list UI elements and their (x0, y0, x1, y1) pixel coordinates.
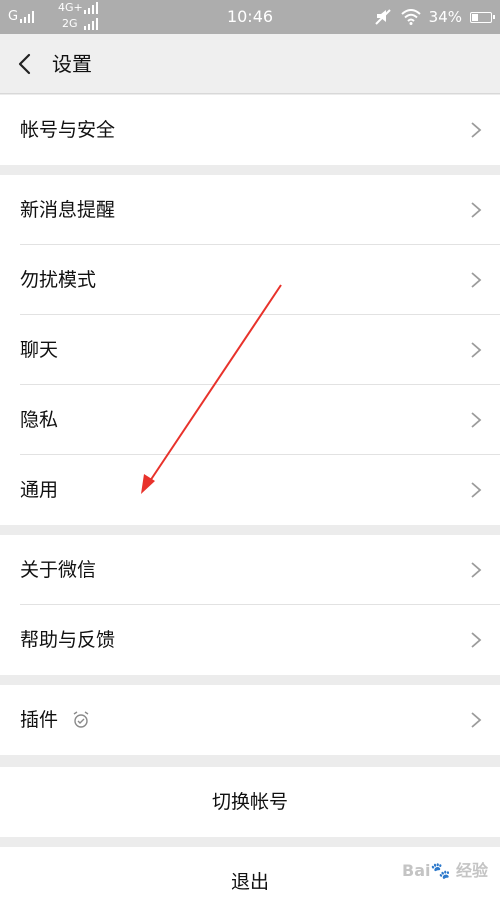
settings-item-label: 关于微信 (20, 559, 97, 581)
settings-item-new-message-alerts[interactable]: 新消息提醒 (0, 175, 500, 245)
chevron-right-icon (471, 712, 482, 728)
logout-label: 退出 (230, 871, 269, 893)
switch-account-button[interactable]: 切换帐号 (0, 767, 500, 837)
chevron-right-icon (471, 272, 482, 288)
chevron-right-icon (471, 342, 482, 358)
settings-item-label: 聊天 (20, 339, 59, 361)
settings-item-label: 帐号与安全 (20, 119, 116, 141)
settings-item-do-not-disturb[interactable]: 勿扰模式 (0, 245, 500, 315)
settings-item-plugins[interactable]: 插件 (0, 685, 500, 755)
page-title: 设置 (52, 52, 92, 76)
battery-icon (470, 11, 495, 23)
mute-icon (374, 9, 391, 25)
chevron-right-icon (471, 412, 482, 428)
settings-item-label: 勿扰模式 (20, 269, 97, 291)
settings-item-general[interactable]: 通用 (0, 455, 500, 525)
plugin-badge-icon (73, 711, 89, 728)
settings-item-label: 通用 (20, 479, 59, 501)
battery-percent: 34% (428, 8, 462, 26)
settings-item-account-security[interactable]: 帐号与安全 (0, 95, 500, 165)
nav-bar: 设置 (0, 34, 500, 94)
chevron-right-icon (471, 202, 482, 218)
settings-item-privacy[interactable]: 隐私 (0, 385, 500, 455)
settings-item-label: 帮助与反馈 (20, 629, 116, 651)
chevron-right-icon (471, 482, 482, 498)
status-bar: G 4G+ 2G 10:46 34% (0, 0, 500, 34)
settings-item-help-feedback[interactable]: 帮助与反馈 (0, 605, 500, 675)
back-chevron-icon[interactable] (14, 52, 38, 76)
chevron-right-icon (471, 632, 482, 648)
settings-item-label: 插件 (20, 709, 59, 731)
switch-account-label: 切换帐号 (211, 791, 288, 813)
settings-item-label: 隐私 (20, 409, 59, 431)
settings-item-about-wechat[interactable]: 关于微信 (0, 535, 500, 605)
battery-fill (472, 13, 478, 21)
logout-button[interactable]: 退出 (0, 847, 500, 917)
chevron-right-icon (471, 122, 482, 138)
settings-item-chat[interactable]: 聊天 (0, 315, 500, 385)
chevron-right-icon (471, 562, 482, 578)
settings-item-label: 新消息提醒 (20, 199, 116, 221)
wifi-icon (400, 9, 421, 25)
